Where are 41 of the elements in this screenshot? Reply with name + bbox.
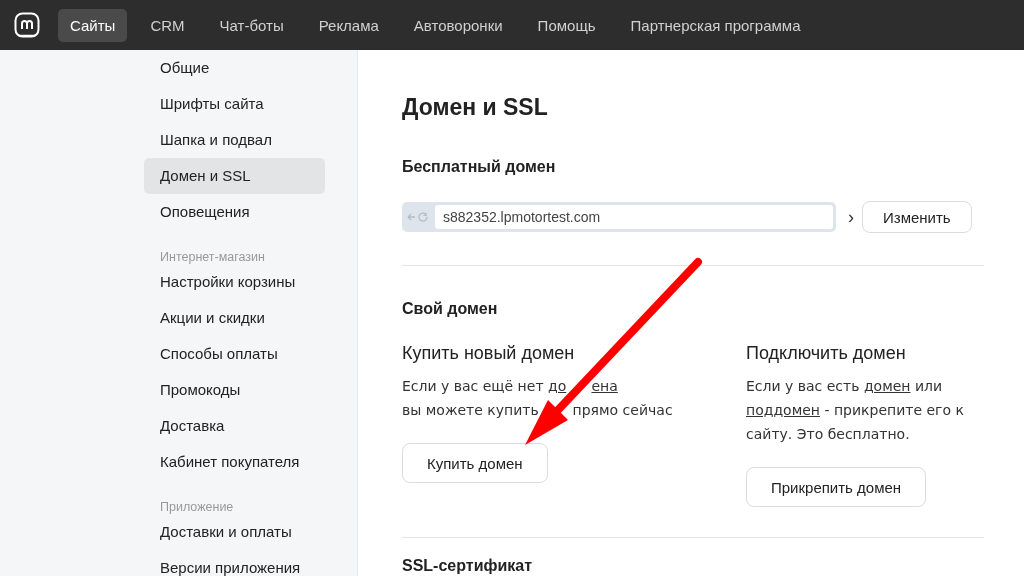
nav-tab[interactable]: Помощь <box>525 8 608 42</box>
section-label: Интернет-магазин <box>159 249 266 264</box>
sidebar-item[interactable]: Шапка и подвал <box>144 122 325 158</box>
description: Если у вас ещё нет до ена вы можете купить прямо сейчас <box>402 377 674 420</box>
sidebar-item[interactable]: Способы оплаты <box>144 336 325 372</box>
nav-tab[interactable]: Чат-боты <box>207 8 296 42</box>
sidebar-item[interactable]: Акции и скидки <box>144 300 325 336</box>
sidebar-item[interactable]: Общие <box>144 50 325 86</box>
action-button[interactable]: Купить домен <box>402 443 548 483</box>
sidebar-item[interactable]: Доставка <box>144 408 325 444</box>
option-title: Подключить домен <box>746 342 907 365</box>
nav-tab[interactable]: Автоворонки <box>401 8 515 42</box>
logo-icon[interactable] <box>14 12 40 38</box>
sidebar-item[interactable]: Домен и SSL <box>144 158 325 194</box>
sidebar-item[interactable]: Шрифты сайта <box>144 86 325 122</box>
link[interactable]: поддомен <box>746 402 820 418</box>
description: Если у вас есть домен или поддомен - прикрепите его к сайту. Это бесплатно. <box>746 377 965 444</box>
change-button[interactable]: Изменить <box>862 201 972 233</box>
link[interactable]: ена <box>591 378 618 394</box>
nav-tab[interactable]: Реклама <box>306 8 391 42</box>
action-button[interactable]: Прикрепить домен <box>746 467 927 507</box>
section-title: SSL-сертификат <box>402 556 534 576</box>
navigation-icon <box>407 212 429 222</box>
nav-tab[interactable]: CRM <box>138 8 197 42</box>
link[interactable]: до <box>548 378 567 394</box>
nav-tab[interactable]: Сайты <box>58 8 128 42</box>
sidebar-item[interactable]: Доставки и оплаты <box>144 514 325 550</box>
sidebar-item[interactable]: Оповещения <box>144 194 325 230</box>
sidebar-item[interactable]: Кабинет покупателя <box>144 444 325 480</box>
section-title: Свой домен <box>402 299 499 319</box>
page-title: Домен и SSL <box>402 93 549 121</box>
link[interactable]: домен <box>863 378 911 394</box>
section-title: Бесплатный домен <box>402 157 557 177</box>
section-label: Приложение <box>159 499 235 514</box>
chevron-icon: › <box>848 206 854 228</box>
address-field: s882352.lpmotortest.com <box>435 205 833 229</box>
option-title: Купить новый домен <box>402 342 576 365</box>
sidebar-item[interactable]: Промокоды <box>144 372 325 408</box>
sidebar-item[interactable]: Версии приложения <box>144 550 325 576</box>
nav-tab[interactable]: Партнерская программа <box>618 8 813 42</box>
sidebar-item[interactable]: Настройки корзины <box>144 264 325 300</box>
